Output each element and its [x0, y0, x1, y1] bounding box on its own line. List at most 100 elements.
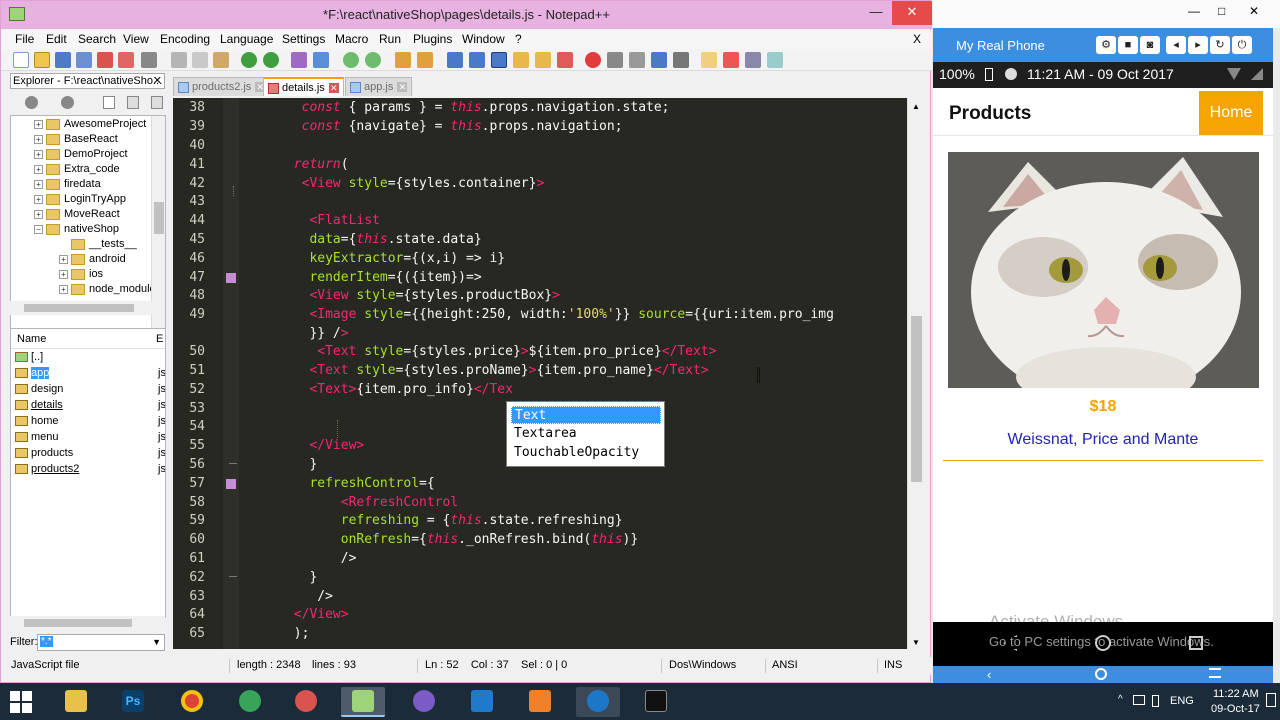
tree-item[interactable]: + MoveReact [34, 208, 120, 223]
save-macro-icon[interactable] [673, 52, 689, 68]
rotate-icon[interactable]: ↻ [1210, 36, 1230, 54]
list-item[interactable]: products2 js [15, 463, 165, 479]
tree-item[interactable]: __tests__ [59, 238, 137, 253]
settings-icon[interactable]: ⚙ [1096, 36, 1116, 54]
tab-app[interactable]: app.js ✕ [345, 77, 413, 96]
notification-icon[interactable] [1266, 693, 1276, 707]
taskbar-photoshop[interactable]: Ps [111, 687, 155, 717]
replace-icon[interactable] [313, 52, 329, 68]
list-item[interactable]: products js [15, 447, 165, 463]
phone-maximize-button[interactable]: □ [1218, 4, 1225, 18]
windows-start-icon[interactable] [10, 691, 32, 713]
close-file-icon[interactable] [97, 52, 113, 68]
taskbar-chrome[interactable] [170, 687, 214, 717]
save-all-icon[interactable] [76, 52, 92, 68]
tab-products2[interactable]: products2.js ✕ [173, 77, 271, 96]
tree-item[interactable]: + ios [59, 268, 103, 283]
options-icon[interactable] [151, 96, 163, 109]
menu-window[interactable]: Window [462, 32, 505, 46]
menu-run[interactable]: Run [379, 32, 401, 46]
volume-up-icon[interactable]: ▸ [1188, 36, 1208, 54]
phone-close-button[interactable]: ✕ [1249, 4, 1259, 18]
explorer-close-icon[interactable]: ✕ [153, 74, 162, 87]
list-item[interactable]: design js [15, 383, 165, 399]
clock-time[interactable]: 11:22 AM [1213, 688, 1259, 700]
dropdown-arrow-icon[interactable]: ▼ [152, 637, 161, 647]
status-insert-mode[interactable]: INS [884, 659, 902, 671]
back-icon[interactable] [25, 96, 38, 109]
menu-settings[interactable]: Settings [282, 32, 325, 46]
scroll-up-icon[interactable]: ▲ [912, 102, 920, 111]
find-icon[interactable] [291, 52, 307, 68]
taskbar-paint-app[interactable] [284, 687, 328, 717]
taskbar-notepadpp[interactable] [341, 687, 385, 717]
tree-item[interactable]: + AwesomeProject [34, 118, 146, 133]
tree-hscroll-thumb[interactable] [24, 304, 134, 312]
taskbar-cat-app[interactable] [402, 687, 446, 717]
expand-icon[interactable]: + [34, 194, 43, 204]
status-encoding[interactable]: ANSI [772, 659, 798, 671]
tree-item[interactable]: − nativeShop [34, 223, 119, 238]
taskbar-file-explorer[interactable] [54, 687, 98, 717]
tray-up-arrow-icon[interactable]: ^ [1118, 694, 1123, 705]
bookmark-marker[interactable] [226, 273, 236, 283]
expand-icon[interactable]: + [59, 284, 68, 294]
screenshot-icon[interactable]: ◙ [1140, 36, 1160, 54]
play-macro-icon[interactable] [629, 52, 645, 68]
close-button[interactable]: ✕ [892, 1, 932, 25]
battery-tray-icon[interactable] [1152, 695, 1159, 707]
plugin-icon-2[interactable] [767, 52, 783, 68]
paste-icon[interactable] [213, 52, 229, 68]
nav-menu-icon[interactable] [1209, 668, 1221, 678]
list-item[interactable]: app js [15, 367, 165, 383]
menu-plugins[interactable]: Plugins [413, 32, 452, 46]
filter-input[interactable]: *.* ▼ [37, 634, 165, 651]
tab-close-icon[interactable]: ✕ [397, 82, 408, 93]
minimize-button[interactable]: — [861, 1, 891, 25]
home-nav-icon[interactable] [1095, 635, 1111, 651]
menu-macro[interactable]: Macro [335, 32, 368, 46]
autocomplete-item[interactable]: Textarea [511, 425, 661, 443]
menu-encoding[interactable]: Encoding [160, 32, 210, 46]
bookmark-margin[interactable] [223, 98, 239, 649]
tree-item[interactable]: + DemoProject [34, 148, 128, 163]
favorites-icon[interactable] [723, 52, 739, 68]
tree-item[interactable]: + BaseReact [34, 133, 118, 148]
recents-nav-icon[interactable] [1189, 636, 1203, 650]
list-item[interactable]: details js [15, 399, 165, 415]
autocomplete-item[interactable]: Text [511, 406, 661, 424]
function-list-icon[interactable] [557, 52, 573, 68]
network-icon[interactable] [1133, 695, 1145, 705]
menu-help[interactable]: ? [515, 32, 522, 46]
expand-icon[interactable]: + [34, 209, 43, 219]
stop-macro-icon[interactable] [607, 52, 623, 68]
expand-icon[interactable]: + [59, 269, 68, 279]
tree-scroll-thumb[interactable] [154, 202, 164, 234]
language-indicator[interactable]: ENG [1170, 695, 1194, 707]
expand-icon[interactable]: + [34, 149, 43, 159]
taskbar-command-prompt[interactable] [634, 687, 678, 717]
scroll-down-icon[interactable]: ▼ [912, 638, 920, 647]
cut-icon[interactable] [171, 52, 187, 68]
zoom-out-icon[interactable] [365, 52, 381, 68]
column-name[interactable]: Name [17, 333, 46, 345]
tab-details[interactable]: details.js ✕ [263, 77, 344, 96]
document-map-icon[interactable] [535, 52, 551, 68]
taskbar-globe-app[interactable] [228, 687, 272, 717]
plugin-icon[interactable] [745, 52, 761, 68]
editor-vertical-scrollbar[interactable]: ▲ ▼ [907, 98, 924, 649]
menu-view[interactable]: View [123, 32, 149, 46]
open-file-icon[interactable] [34, 52, 50, 68]
menu-edit[interactable]: Edit [46, 32, 67, 46]
list-item[interactable]: home js [15, 415, 165, 431]
status-eol[interactable]: Dos\Windows [669, 659, 736, 671]
volume-down-icon[interactable]: ◂ [1166, 36, 1186, 54]
nav-back-icon[interactable]: ‹ [987, 667, 991, 682]
expand-icon[interactable]: + [34, 119, 43, 129]
close-all-icon[interactable] [118, 52, 134, 68]
redo-icon[interactable] [263, 52, 279, 68]
run-macro-multiple-icon[interactable] [651, 52, 667, 68]
explorer-icon[interactable] [701, 52, 717, 68]
expand-icon[interactable]: + [59, 254, 68, 264]
folder-workspace-icon[interactable] [513, 52, 529, 68]
